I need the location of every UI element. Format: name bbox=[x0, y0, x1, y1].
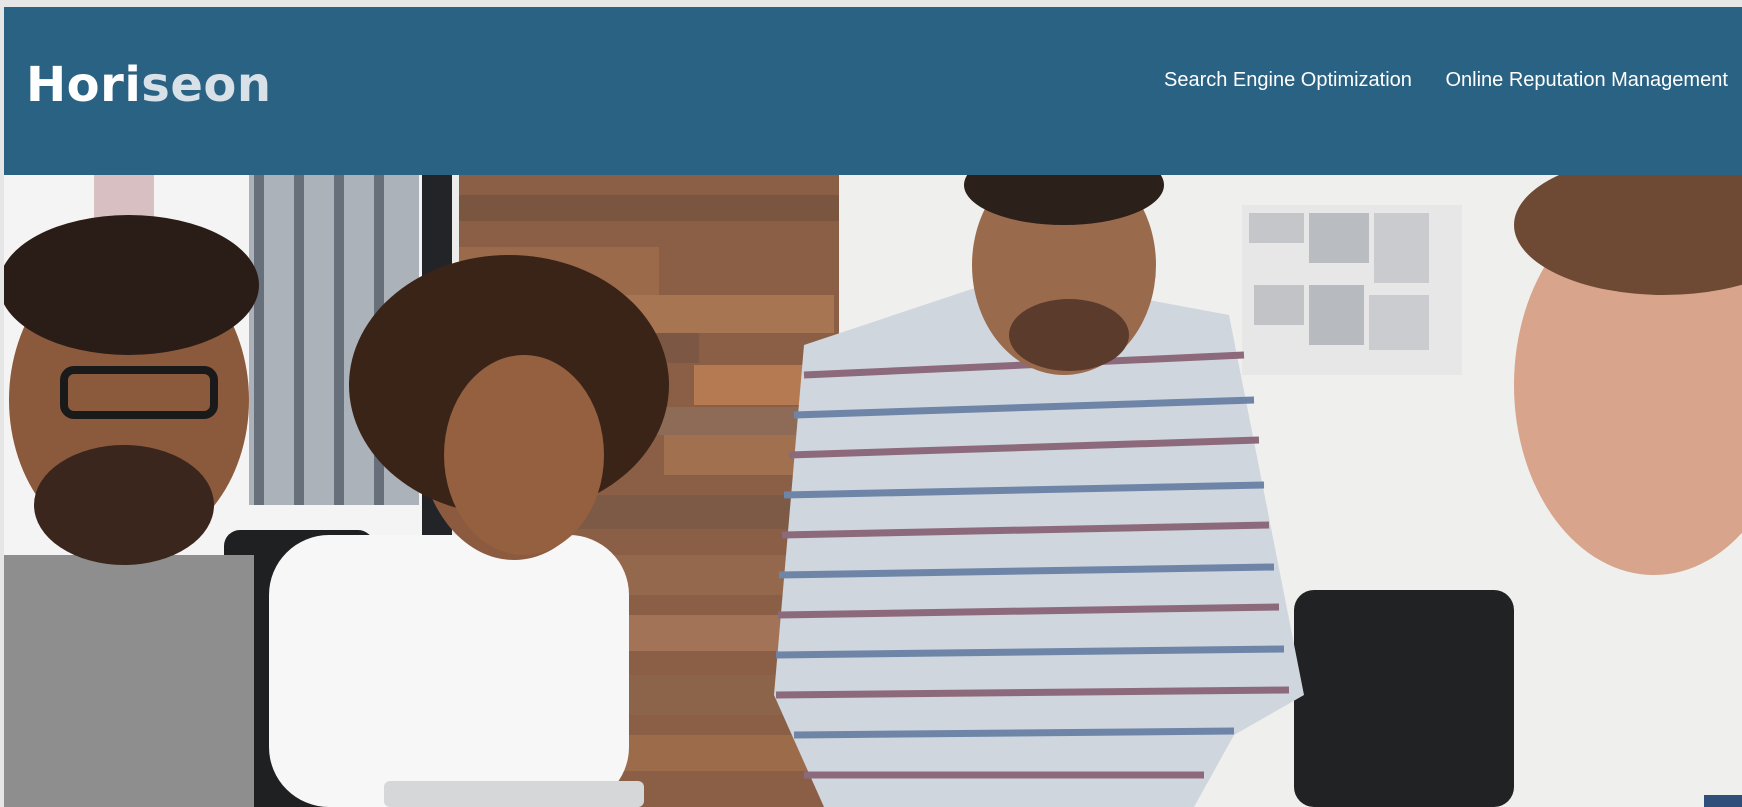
main-nav: Search Engine Optimization Online Reputa… bbox=[1164, 69, 1742, 92]
window-top-edge bbox=[0, 0, 1742, 7]
site-logo[interactable]: Horiseon bbox=[26, 61, 272, 109]
logo-accent: seon bbox=[141, 57, 272, 113]
nav-link-seo[interactable]: Search Engine Optimization bbox=[1164, 69, 1412, 92]
logo-prefix: Hori bbox=[26, 57, 142, 113]
nav-link-reputation-management[interactable]: Online Reputation Management bbox=[1445, 69, 1727, 92]
page: Horiseon Search Engine Optimization Onli… bbox=[4, 7, 1742, 807]
team-meeting-photo bbox=[4, 175, 1742, 807]
hero-image bbox=[4, 175, 1742, 807]
site-header: Horiseon Search Engine Optimization Onli… bbox=[4, 7, 1742, 175]
